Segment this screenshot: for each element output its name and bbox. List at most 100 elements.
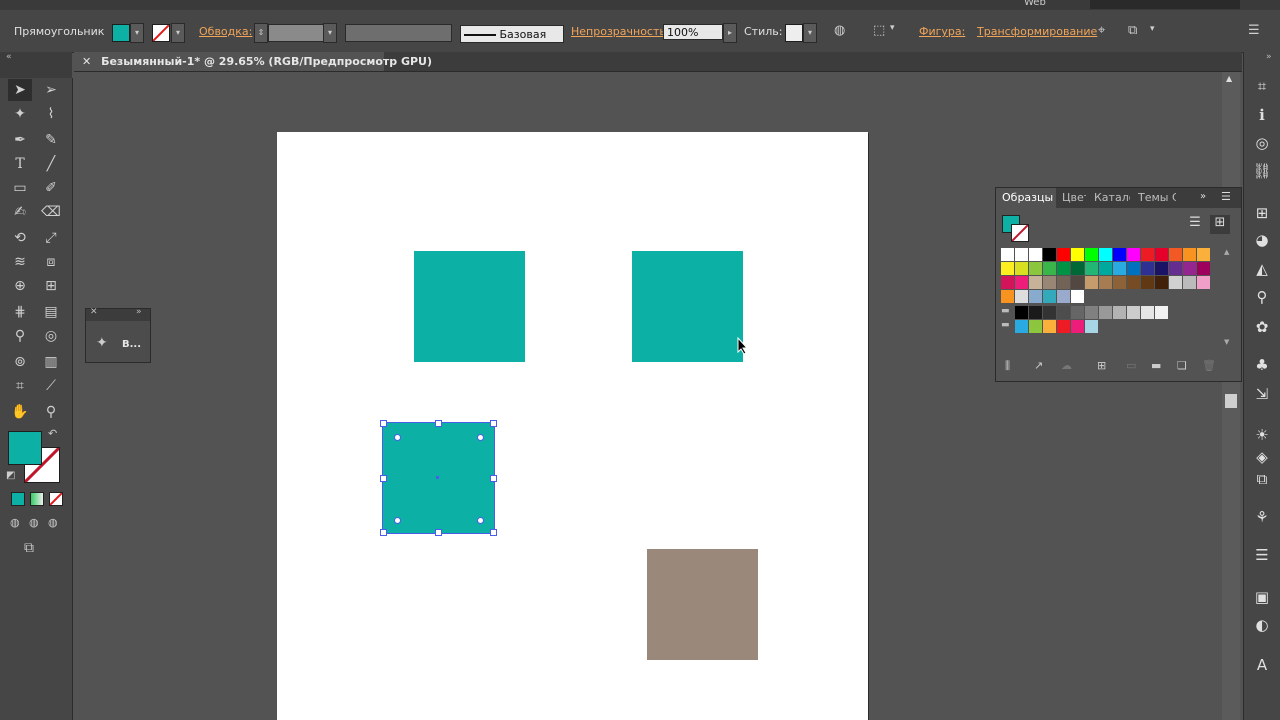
expand-tabs-icon[interactable]: »	[1200, 191, 1206, 202]
lasso-tool-icon[interactable]: ⌇	[39, 103, 63, 125]
color-swatch[interactable]	[1155, 262, 1168, 275]
resize-handle[interactable]	[490, 475, 497, 482]
gradient-tool-icon[interactable]: ▤	[39, 301, 63, 323]
color-swatch[interactable]	[1001, 276, 1014, 289]
color-swatch[interactable]	[1155, 276, 1168, 289]
appearance-panel-icon[interactable]: ☀	[1252, 425, 1272, 445]
brushes-panel-icon[interactable]: ✿	[1252, 317, 1272, 337]
rotate-tool-icon[interactable]: ⟲	[8, 227, 32, 249]
color-swatch[interactable]	[1071, 262, 1084, 275]
fill-dropdown[interactable]: ▾	[130, 23, 144, 43]
libraries-panel-icon[interactable]: ◎	[1252, 133, 1272, 153]
color-swatch[interactable]	[1197, 276, 1210, 289]
corner-widget[interactable]	[477, 434, 484, 441]
floating-panel-header[interactable]: ✕ »	[86, 307, 150, 321]
color-swatch[interactable]	[1155, 306, 1168, 319]
free-transform-tool-icon[interactable]: ⧈	[39, 251, 63, 273]
color-swatch[interactable]	[1141, 306, 1154, 319]
resize-handle[interactable]	[380, 420, 387, 427]
color-swatch[interactable]	[1001, 248, 1014, 261]
stroke-weight-dropdown[interactable]: ▾	[323, 23, 337, 43]
color-swatch[interactable]	[1085, 248, 1098, 261]
graphic-style-swatch[interactable]	[785, 24, 803, 42]
tab-color[interactable]: Цвет	[1062, 188, 1086, 208]
color-swatch[interactable]	[1057, 306, 1070, 319]
color-swatch[interactable]	[1155, 248, 1168, 261]
scroll-down-icon[interactable]: ▼	[1224, 338, 1229, 346]
new-swatch-icon[interactable]: ❏	[1177, 359, 1187, 372]
hand-tool-icon[interactable]: ✋	[8, 401, 32, 423]
color-swatch[interactable]	[1043, 262, 1056, 275]
color-swatch[interactable]	[1015, 290, 1028, 303]
default-colors-icon[interactable]: ◩	[6, 470, 15, 481]
symbols-panel-icon[interactable]: ♣	[1252, 355, 1272, 375]
stroke-label[interactable]: Обводка:	[199, 25, 252, 38]
color-swatch[interactable]	[1197, 248, 1210, 261]
color-swatch[interactable]	[1029, 290, 1042, 303]
taupe-rectangle[interactable]	[647, 549, 758, 660]
align-panel-icon[interactable]: ☰	[1252, 545, 1272, 565]
color-swatch[interactable]	[1029, 320, 1042, 333]
line-segment-tool-icon[interactable]: ╱	[39, 153, 63, 175]
stroke-weight-stepper[interactable]: ⇕	[254, 23, 268, 43]
swatch-group-folder-icon[interactable]: ▬	[1001, 320, 1010, 330]
color-swatch[interactable]	[1071, 320, 1084, 333]
vertical-scrollbar[interactable]: ▲	[1222, 72, 1240, 720]
collapse-icon[interactable]: «	[6, 52, 12, 62]
arrange-dropdown-icon[interactable]: ▾	[1150, 24, 1155, 34]
column-graph-tool-icon[interactable]: ▥	[39, 351, 63, 373]
resize-handle[interactable]	[435, 420, 442, 427]
swatch-libraries-icon[interactable]: ⫼	[1005, 359, 1010, 373]
align-icon[interactable]: ⬚	[873, 23, 885, 38]
resize-handle[interactable]	[380, 475, 387, 482]
cloud-icon[interactable]: ☁	[1061, 359, 1072, 372]
swatch-options-icon[interactable]: ⊞	[1097, 359, 1106, 372]
links-panel-icon[interactable]: ⛓	[1252, 161, 1272, 181]
list-view-icon[interactable]: ☰	[1185, 215, 1205, 234]
color-swatch[interactable]	[1015, 320, 1028, 333]
artboard-tool-icon[interactable]: ⌗	[8, 375, 32, 397]
arrange-icon[interactable]: ⧉	[1128, 23, 1137, 38]
color-swatch[interactable]	[1029, 306, 1042, 319]
expand-icon[interactable]: »	[136, 307, 142, 317]
gradient-panel-icon[interactable]: ▣	[1252, 587, 1272, 607]
stroke-dropdown[interactable]: ▾	[171, 23, 185, 43]
width-tool-icon[interactable]: ≋	[8, 251, 32, 273]
delete-swatch-icon[interactable]: 🗑	[1202, 359, 1216, 372]
color-swatch[interactable]	[1113, 248, 1126, 261]
color-swatch[interactable]	[1029, 276, 1042, 289]
slice-tool-icon[interactable]: ⟋	[39, 375, 63, 397]
variable-width-profile[interactable]	[345, 24, 452, 42]
color-swatch[interactable]	[1015, 248, 1028, 261]
color-swatch[interactable]	[1141, 276, 1154, 289]
corner-widget[interactable]	[394, 434, 401, 441]
color-mode-icon[interactable]	[11, 492, 25, 506]
swatches-panel-icon[interactable]: ⊞	[1252, 203, 1272, 223]
opacity-field[interactable]: 100%	[663, 24, 723, 40]
layers-panel-icon[interactable]: ◈	[1252, 447, 1272, 467]
resize-handle[interactable]	[490, 529, 497, 536]
close-tab-icon[interactable]: ✕	[82, 55, 91, 68]
recolor-icon[interactable]: ⚲	[1252, 287, 1272, 307]
stroke-swatch[interactable]	[152, 24, 170, 42]
scroll-up-icon[interactable]: ▲	[1226, 74, 1232, 83]
corner-widget[interactable]	[477, 517, 484, 524]
color-swatch[interactable]	[1001, 290, 1014, 303]
place-swatch-icon[interactable]: ↗	[1034, 359, 1043, 372]
workspace-label[interactable]: Web	[1024, 0, 1046, 8]
screen-mode-icon[interactable]: ⧉	[24, 540, 34, 556]
document-tab[interactable]: ✕ Безымянный-1* @ 29.65% (RGB/Предпросмо…	[74, 52, 432, 71]
shape-label[interactable]: Фигура:	[919, 25, 965, 38]
shape-builder-tool-icon[interactable]: ⊕	[8, 275, 32, 297]
color-swatch[interactable]	[1057, 248, 1070, 261]
opacity-dropdown[interactable]: ▸	[723, 23, 737, 43]
curvature-tool-icon[interactable]: ✎	[39, 129, 63, 151]
eyedropper-tool-icon[interactable]: ⚲	[8, 325, 32, 347]
color-swatch[interactable]	[1057, 290, 1070, 303]
scroll-thumb[interactable]	[1225, 394, 1237, 408]
corner-widget[interactable]	[394, 517, 401, 524]
scroll-up-icon[interactable]: ▲	[1224, 248, 1229, 256]
none-mode-icon[interactable]	[49, 492, 63, 506]
opacity-label[interactable]: Непрозрачность:	[571, 25, 670, 38]
teal-rectangle[interactable]	[414, 251, 525, 362]
